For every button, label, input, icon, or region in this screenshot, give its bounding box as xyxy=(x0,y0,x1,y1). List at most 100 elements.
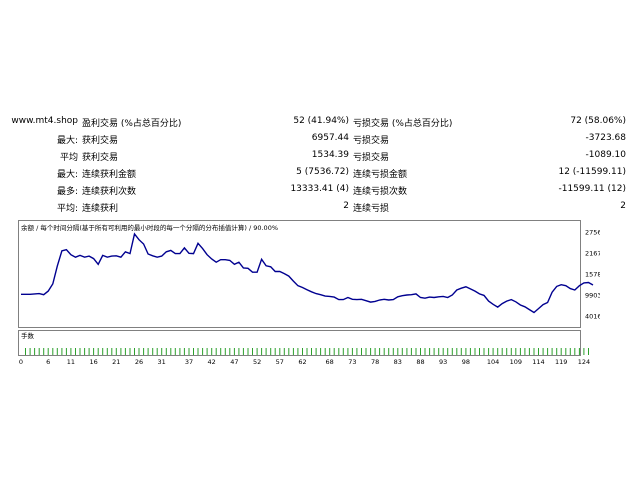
volume-bar xyxy=(283,348,285,355)
volume-bar xyxy=(451,348,453,355)
volume-bar xyxy=(324,348,326,355)
volume-bar xyxy=(252,348,253,355)
volume-bar xyxy=(565,348,567,355)
stat-cell-c3: 1534.39 xyxy=(311,150,349,160)
volume-bar xyxy=(574,348,576,355)
volume-bar xyxy=(61,348,63,355)
stat-cell-c5: 72 (58.06%) xyxy=(570,116,626,126)
volume-bar xyxy=(551,348,553,355)
volume-bar xyxy=(34,348,36,355)
volume-bar xyxy=(152,348,154,355)
volume-bar xyxy=(392,348,394,355)
volume-bar xyxy=(524,348,526,355)
x-tick-label: 0 xyxy=(19,358,23,366)
volume-bar xyxy=(302,348,303,355)
volume-bar xyxy=(474,348,476,355)
volume-bar xyxy=(351,348,353,355)
volume-bar xyxy=(143,348,145,355)
stat-row: 最大: 获利交易 6957.44 亏损交易 -3723.68 xyxy=(0,130,640,147)
volume-bar xyxy=(274,348,276,355)
volume-bar xyxy=(465,348,467,355)
volume-bar xyxy=(479,348,480,355)
volume-bar xyxy=(193,348,194,355)
volume-bar xyxy=(102,348,104,355)
x-tick-label: 68 xyxy=(326,358,334,366)
x-tick-label: 78 xyxy=(371,358,379,366)
volume-bar xyxy=(401,348,403,355)
stat-cell-c4: 亏损交易 (%占总百分比) xyxy=(353,119,453,129)
x-tick-label: 26 xyxy=(135,358,143,366)
volume-bar xyxy=(247,348,249,355)
volume-bar xyxy=(242,348,244,355)
stat-cell-c4: 连续亏损金额 xyxy=(353,170,408,180)
stat-cell-c2: 连续获利 xyxy=(82,204,119,214)
volume-bar xyxy=(542,348,544,355)
volume-bar xyxy=(156,348,158,355)
volume-bar xyxy=(261,348,263,355)
x-tick-label: 47 xyxy=(230,358,238,366)
volume-bar xyxy=(297,348,299,355)
volume-bar xyxy=(224,348,226,355)
volume-bar xyxy=(65,348,67,355)
volume-bar xyxy=(510,348,512,355)
x-tick-label: 98 xyxy=(462,358,470,366)
volume-bar xyxy=(515,348,517,355)
volume-bar xyxy=(488,348,490,355)
volume-bar xyxy=(433,348,435,355)
stat-cell-c1: 最多: xyxy=(56,187,78,197)
volume-bar xyxy=(265,348,267,355)
x-tick-label: 57 xyxy=(276,358,284,366)
volume-bar xyxy=(229,348,231,355)
stat-cell-c2: 连续获利次数 xyxy=(82,187,137,197)
volume-bar xyxy=(528,348,530,355)
stat-cell-c1: 平均: xyxy=(56,204,78,214)
volume-bar xyxy=(420,348,421,355)
stat-cell-c1: 最大: xyxy=(56,170,78,180)
x-tick-label: 42 xyxy=(208,358,216,366)
volume-bar xyxy=(406,348,408,355)
stat-cell-c5: -1089.10 xyxy=(585,150,626,160)
volume-bar xyxy=(347,348,349,355)
stat-cell-c4: 连续亏损次数 xyxy=(353,187,408,197)
volume-bar xyxy=(84,348,86,355)
volume-bar xyxy=(147,348,149,355)
volume-bar xyxy=(588,348,589,355)
volume-bar xyxy=(43,348,45,355)
volume-bar xyxy=(320,348,322,355)
stat-cell-c3: 2 xyxy=(343,201,349,211)
volume-bar xyxy=(424,348,426,355)
stat-cell-c5: -3723.68 xyxy=(585,133,626,143)
stat-cell-c5: 12 (-11599.11) xyxy=(558,167,626,177)
stat-cell-c3: 52 (41.94%) xyxy=(293,116,349,126)
volume-bar xyxy=(56,348,58,355)
y-axis-ticks: 27562 21676 15789 9903 4016 xyxy=(585,229,606,321)
volume-bar xyxy=(129,348,131,355)
volume-bar xyxy=(379,348,381,355)
volume-bar xyxy=(97,348,99,355)
volume-bar xyxy=(279,348,281,355)
volume-bar xyxy=(383,348,385,355)
volume-bar xyxy=(47,348,49,355)
stat-row: 平均: 连续获利 2 连续亏损 2 xyxy=(0,198,640,215)
y-tick-label: 9903 xyxy=(585,292,600,300)
stat-cell-c1: www.mt4.shop xyxy=(11,116,78,126)
volume-bar xyxy=(469,348,471,355)
volume-bar xyxy=(361,348,362,355)
stat-row: 最多: 连续获利次数 13333.41 (4) 连续亏损次数 -11599.11 (12… xyxy=(0,181,640,198)
volume-bar xyxy=(483,348,485,355)
stat-row: 平均 获利交易 1534.39 亏损交易 -1089.10 xyxy=(0,147,640,164)
volume-bar xyxy=(583,348,585,355)
volume-bar xyxy=(238,348,240,355)
volume-bar xyxy=(556,348,558,355)
volume-bar xyxy=(538,348,539,355)
stat-row: www.mt4.shop 盈利交易 (%占总百分比) 52 (41.94%) 亏损交易… xyxy=(0,113,640,130)
x-tick-label: 124 xyxy=(578,358,590,366)
x-tick-label: 11 xyxy=(67,358,75,366)
balance-chart: 余额 / 每个时间分隔(基于所有可利用的最小时段的每一个分隔的分布插值计算) /… xyxy=(18,220,606,366)
x-tick-label: 21 xyxy=(112,358,120,366)
stat-cell-c3: 13333.41 (4) xyxy=(290,184,349,194)
x-tick-label: 88 xyxy=(416,358,424,366)
volume-bar xyxy=(270,348,272,355)
volume-bar xyxy=(547,348,549,355)
volume-bar xyxy=(560,348,562,355)
